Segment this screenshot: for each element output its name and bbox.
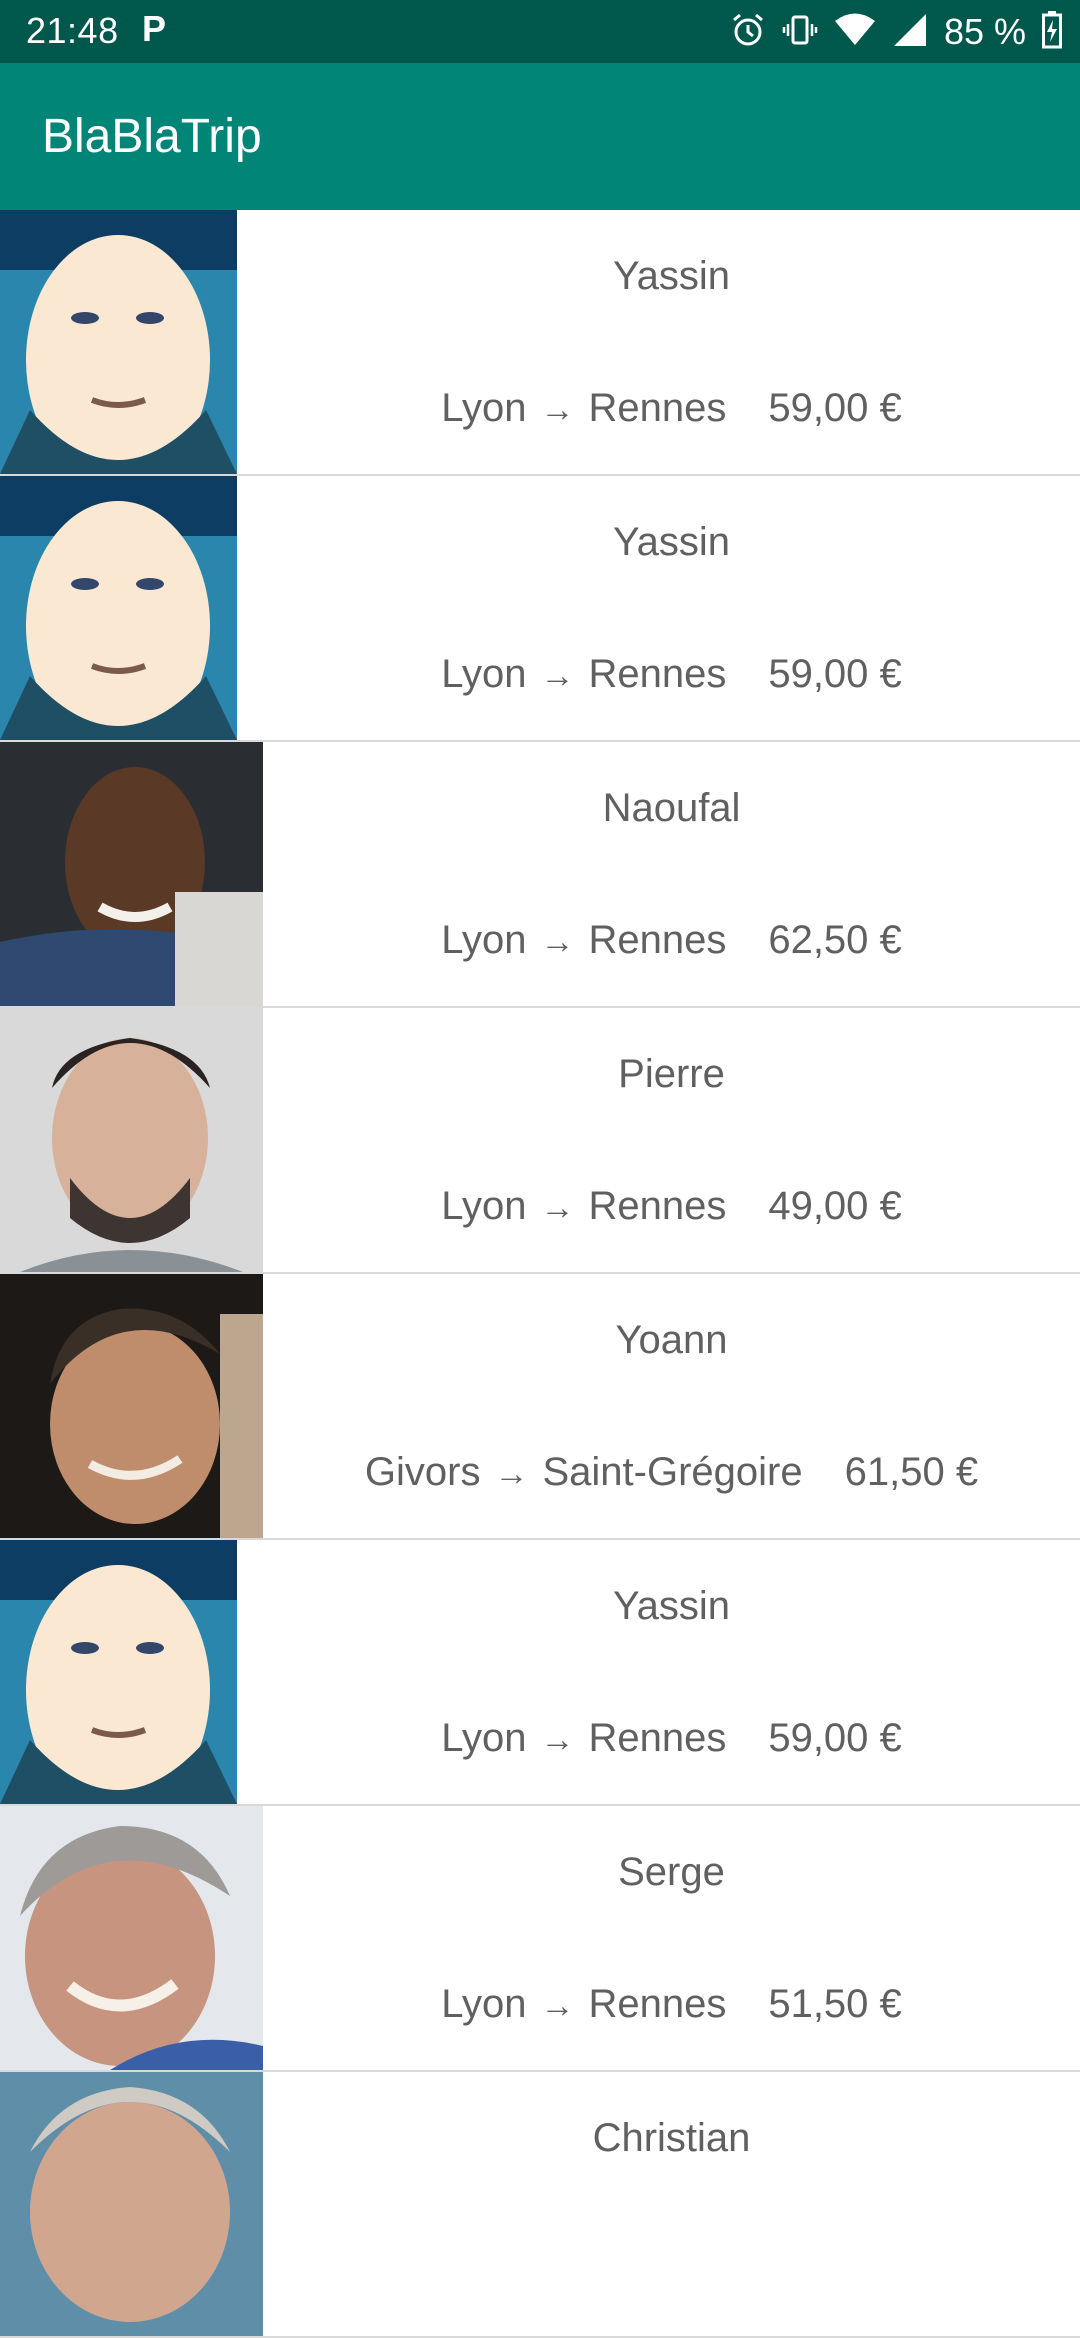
driver-name: Yassin [612, 1584, 731, 1628]
driver-photo [0, 1806, 263, 2070]
trip-price: 61,50 € [844, 1450, 979, 1494]
app-title: BlaBlaTrip [42, 110, 262, 163]
driver-photo [0, 742, 263, 1006]
driver-photo [0, 210, 237, 474]
trip-origin: Lyon [441, 1982, 527, 2026]
trip-route: Lyon → Rennes 51,50 € [263, 1982, 1080, 2027]
trip-origin: Lyon [441, 652, 527, 696]
trip-route: Givors → Saint-Grégoire 61,50 € [263, 1450, 1080, 1495]
trip-list[interactable]: Yassin Lyon → Rennes 59,00 € Yassin Lyon → Re… [0, 210, 1080, 2338]
trip-route [263, 2248, 1080, 2293]
trip-price: 62,50 € [768, 918, 902, 962]
driver-photo [0, 476, 237, 740]
list-item[interactable]: Yassin Lyon → Rennes 59,00 € [0, 476, 1080, 742]
trip-destination: Saint-Grégoire [542, 1450, 803, 1494]
status-time: 21:48 [26, 10, 119, 51]
driver-name: Yoann [615, 1318, 728, 1362]
driver-name: Yassin [612, 520, 731, 564]
list-item[interactable]: Naoufal Lyon → Rennes 62,50 € [0, 742, 1080, 1008]
parking-notification-icon: P [142, 8, 167, 49]
list-item[interactable]: Serge Lyon → Rennes 51,50 € [0, 1806, 1080, 2072]
list-item[interactable]: Christian [0, 2072, 1080, 2338]
driver-name: Naoufal [602, 786, 741, 830]
driver-name: Serge [618, 1850, 725, 1894]
driver-name: Pierre [618, 1052, 725, 1096]
driver-photo [0, 1008, 263, 1272]
trip-origin: Lyon [441, 1184, 527, 1228]
status-icons: 85 % [730, 8, 1062, 56]
trip-route: Lyon → Rennes 49,00 € [263, 1184, 1080, 1229]
driver-photo [0, 2072, 263, 2336]
trip-destination: Rennes [588, 1982, 727, 2026]
list-item[interactable]: Yoann Givors → Saint-Grégoire 61,50 € [0, 1274, 1080, 1540]
trip-price: 59,00 € [768, 1716, 902, 1760]
trip-destination: Rennes [588, 386, 727, 430]
vibrate-icon [782, 12, 818, 53]
status-bar: 21:48 P 85 % [0, 0, 1080, 63]
trip-route: Lyon → Rennes 59,00 € [263, 652, 1080, 697]
signal-icon [892, 12, 928, 53]
route-arrow-icon: → [540, 1721, 575, 1759]
trip-destination: Rennes [588, 918, 727, 962]
app-bar: BlaBlaTrip [0, 63, 1080, 210]
route-arrow-icon: → [540, 1987, 575, 2025]
trip-destination: Rennes [588, 1716, 727, 1760]
trip-price: 59,00 € [768, 386, 902, 430]
wifi-icon [834, 12, 876, 53]
trip-route: Lyon → Rennes 59,00 € [263, 386, 1080, 431]
alarm-icon [730, 12, 766, 53]
route-arrow-icon: → [540, 1189, 575, 1227]
trip-destination: Rennes [588, 652, 727, 696]
route-arrow-icon: → [540, 391, 575, 429]
trip-price: 59,00 € [768, 652, 902, 696]
driver-name: Christian [592, 2116, 751, 2160]
trip-route: Lyon → Rennes 62,50 € [263, 918, 1080, 963]
list-item[interactable]: Yassin Lyon → Rennes 59,00 € [0, 1540, 1080, 1806]
list-item[interactable]: Yassin Lyon → Rennes 59,00 € [0, 210, 1080, 476]
trip-origin: Lyon [441, 1716, 527, 1760]
route-arrow-icon: → [540, 923, 575, 961]
trip-price: 49,00 € [768, 1184, 902, 1228]
trip-destination: Rennes [588, 1184, 727, 1228]
driver-name: Yassin [612, 254, 731, 298]
list-item[interactable]: Pierre Lyon → Rennes 49,00 € [0, 1008, 1080, 1274]
driver-photo [0, 1540, 237, 1804]
route-arrow-icon: → [540, 657, 575, 695]
battery-percent: 85 % [943, 11, 1026, 52]
battery-icon [1042, 10, 1062, 54]
driver-photo [0, 1274, 263, 1538]
trip-origin: Lyon [441, 918, 527, 962]
trip-origin: Givors [364, 1450, 481, 1494]
trip-price: 51,50 € [768, 1982, 902, 2026]
trip-route: Lyon → Rennes 59,00 € [263, 1716, 1080, 1761]
trip-origin: Lyon [441, 386, 527, 430]
route-arrow-icon: → [494, 1455, 529, 1493]
